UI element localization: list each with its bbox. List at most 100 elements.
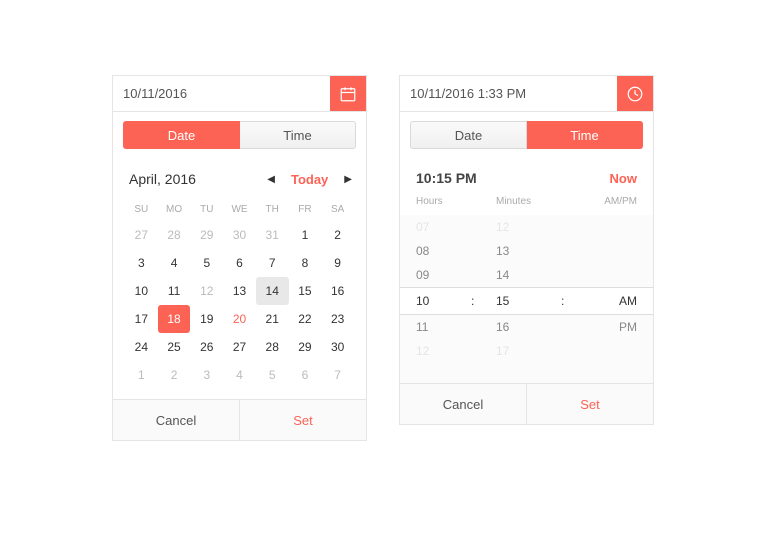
now-button[interactable]: Now — [610, 171, 637, 186]
day-cell[interactable]: 30 — [223, 221, 256, 249]
tab-date[interactable]: Date — [410, 121, 527, 149]
ampm-header: AM/PM — [586, 196, 637, 207]
day-cell[interactable]: 22 — [289, 305, 322, 333]
month-label: April, 2016 — [125, 171, 225, 187]
day-cell[interactable]: 3 — [125, 249, 158, 277]
set-button[interactable]: Set — [240, 400, 366, 440]
day-cell[interactable]: 15 — [289, 277, 322, 305]
day-cell[interactable]: 26 — [190, 333, 223, 361]
tab-date[interactable]: Date — [123, 121, 240, 149]
day-cell[interactable]: 17 — [125, 305, 158, 333]
date-footer: Cancel Set — [113, 399, 366, 440]
next-month-icon[interactable]: ▶ — [342, 170, 354, 189]
day-cell[interactable]: 29 — [289, 333, 322, 361]
day-cell[interactable]: 3 — [190, 361, 223, 389]
hour-value: 10 — [416, 294, 471, 308]
day-cell[interactable]: 5 — [190, 249, 223, 277]
weekday-header: SUMOTUWETHFRSA — [125, 198, 354, 221]
day-cell[interactable]: 6 — [223, 249, 256, 277]
set-button[interactable]: Set — [527, 384, 653, 424]
minutes-header: Minutes — [496, 196, 586, 207]
day-cell[interactable]: 28 — [256, 333, 289, 361]
today-button[interactable]: Today — [291, 172, 328, 187]
prev-month-icon[interactable]: ◀ — [265, 170, 277, 189]
time-wheel[interactable]: 07120813091410:15:AM1116PM1217 — [400, 215, 653, 383]
day-cell[interactable]: 5 — [256, 361, 289, 389]
day-cell[interactable]: 9 — [321, 249, 354, 277]
day-cell[interactable]: 20 — [223, 305, 256, 333]
day-cell[interactable]: 27 — [125, 221, 158, 249]
tab-time[interactable]: Time — [527, 121, 643, 149]
day-cell[interactable]: 14 — [256, 277, 289, 305]
day-cell[interactable]: 1 — [289, 221, 322, 249]
day-cell[interactable]: 11 — [158, 277, 191, 305]
time-wheel-row[interactable]: 0813 — [400, 239, 653, 263]
day-cell[interactable]: 23 — [321, 305, 354, 333]
day-cell[interactable]: 25 — [158, 333, 191, 361]
hour-value: 12 — [416, 344, 471, 358]
selected-time-label: 10:15 PM — [416, 170, 477, 186]
time-column-headers: Hours Minutes AM/PM — [400, 192, 653, 215]
hour-value: 11 — [416, 320, 471, 334]
time-tabs: Date Time — [400, 112, 653, 158]
calendar-icon[interactable] — [330, 76, 366, 111]
minute-value: 13 — [496, 244, 561, 258]
hours-header: Hours — [416, 196, 496, 207]
day-cell[interactable]: 24 — [125, 333, 158, 361]
minute-value: 12 — [496, 220, 561, 234]
datetime-input-row: 10/11/2016 1:33 PM — [400, 76, 653, 112]
minute-value: 17 — [496, 344, 561, 358]
date-input-row: 10/11/2016 — [113, 76, 366, 112]
day-cell[interactable]: 7 — [321, 361, 354, 389]
minute-value: 14 — [496, 268, 561, 282]
date-picker-panel: 10/11/2016 Date Time April, 2016 ◀ Today… — [112, 75, 367, 441]
month-navigation: April, 2016 ◀ Today ▶ — [125, 162, 354, 196]
day-cell[interactable]: 19 — [190, 305, 223, 333]
weekday-label: SA — [321, 198, 354, 221]
weekday-label: FR — [289, 198, 322, 221]
day-cell[interactable]: 4 — [223, 361, 256, 389]
time-footer: Cancel Set — [400, 383, 653, 424]
day-cell[interactable]: 12 — [190, 277, 223, 305]
day-cell[interactable]: 28 — [158, 221, 191, 249]
ampm-value: AM — [586, 294, 637, 308]
day-cell[interactable]: 8 — [289, 249, 322, 277]
day-cell[interactable]: 1 — [125, 361, 158, 389]
day-grid: 2728293031123456789101112131415161718192… — [125, 221, 354, 389]
weekday-label: MO — [158, 198, 191, 221]
weekday-label: WE — [223, 198, 256, 221]
day-cell[interactable]: 10 — [125, 277, 158, 305]
minute-value: 15 — [496, 294, 561, 308]
weekday-label: SU — [125, 198, 158, 221]
day-cell[interactable]: 7 — [256, 249, 289, 277]
time-wheel-row[interactable]: 10:15:AM — [400, 287, 653, 315]
day-cell[interactable]: 13 — [223, 277, 256, 305]
time-wheel-row[interactable]: 0712 — [400, 215, 653, 239]
tab-time[interactable]: Time — [240, 121, 356, 149]
time-header: 10:15 PM Now — [400, 164, 653, 192]
time-wheel-row[interactable]: 09 14 — [400, 263, 653, 287]
day-cell[interactable]: 29 — [190, 221, 223, 249]
datetime-input-field[interactable]: 10/11/2016 1:33 PM — [400, 76, 617, 111]
day-cell[interactable]: 4 — [158, 249, 191, 277]
day-cell[interactable]: 21 — [256, 305, 289, 333]
day-cell[interactable]: 30 — [321, 333, 354, 361]
day-cell[interactable]: 6 — [289, 361, 322, 389]
date-tabs: Date Time — [113, 112, 366, 158]
day-cell[interactable]: 18 — [158, 305, 191, 333]
time-wheel-row[interactable]: 1116PM — [400, 315, 653, 339]
cancel-button[interactable]: Cancel — [400, 384, 527, 424]
day-cell[interactable]: 16 — [321, 277, 354, 305]
time-picker-panel: 10/11/2016 1:33 PM Date Time 10:15 PM No… — [399, 75, 654, 425]
weekday-label: TH — [256, 198, 289, 221]
day-cell[interactable]: 2 — [321, 221, 354, 249]
date-input-field[interactable]: 10/11/2016 — [113, 76, 330, 111]
day-cell[interactable]: 2 — [158, 361, 191, 389]
time-wheel-row[interactable]: 12 17 — [400, 339, 653, 363]
clock-icon[interactable] — [617, 76, 653, 111]
minute-value: 16 — [496, 320, 561, 334]
day-cell[interactable]: 31 — [256, 221, 289, 249]
hour-value: 09 — [416, 268, 471, 282]
day-cell[interactable]: 27 — [223, 333, 256, 361]
cancel-button[interactable]: Cancel — [113, 400, 240, 440]
